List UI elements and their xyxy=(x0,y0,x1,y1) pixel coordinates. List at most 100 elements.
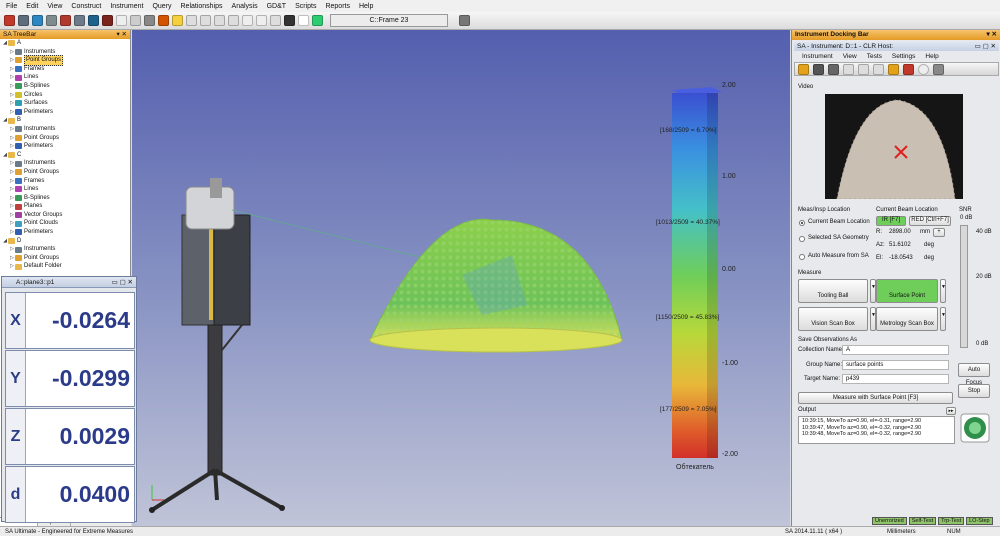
tree-item[interactable]: ◢ C xyxy=(0,151,130,160)
menu-item-construct[interactable]: Construct xyxy=(71,3,101,10)
menu-item-reports[interactable]: Reports xyxy=(325,3,350,10)
auto-focus-button[interactable]: Auto Focus xyxy=(958,363,990,386)
backsight-icon[interactable] xyxy=(858,63,869,75)
fit-icon[interactable] xyxy=(214,15,225,26)
cube-icon[interactable] xyxy=(130,15,141,26)
tree-item[interactable]: ▷ Instruments xyxy=(0,125,130,134)
tree-item[interactable]: ▷ Instruments xyxy=(0,159,130,168)
close-icon[interactable]: ▾ ✕ xyxy=(986,30,997,40)
open-icon[interactable] xyxy=(18,15,29,26)
tree-item[interactable]: ▷ Vector Groups xyxy=(0,211,130,220)
tree-item[interactable]: ▷ Frames xyxy=(0,177,130,186)
3d-viewport[interactable]: 2.00 1.00 0.00 -1.00 -2.00 [168/2509 = 6… xyxy=(132,30,790,526)
tree-item[interactable]: ▷ Lines xyxy=(0,185,130,194)
window-controls-icon[interactable]: ▭ ▢ ✕ xyxy=(112,277,133,288)
measure-surface-point-button[interactable]: Measure with Surface Point [F3] xyxy=(798,392,953,404)
tree-item[interactable]: ▷ Default Folder xyxy=(0,262,130,271)
light-icon[interactable] xyxy=(172,15,183,26)
menu-item-help[interactable]: Help xyxy=(359,3,373,10)
tooling-ball-button[interactable]: Tooling Ball xyxy=(798,279,868,303)
camera-icon[interactable] xyxy=(284,15,295,26)
tree-item[interactable]: ▷ Point Groups xyxy=(0,254,130,263)
radio-auto-measure[interactable] xyxy=(799,254,805,260)
tree-item[interactable]: ◢ B xyxy=(0,116,130,125)
add-button[interactable]: + xyxy=(933,228,945,237)
tree-item[interactable]: ▷ Point Groups xyxy=(0,168,130,177)
tree-item[interactable]: ▷ Point Groups xyxy=(0,55,130,66)
ir-button[interactable]: IR [F7] xyxy=(876,216,906,226)
window-controls-icon[interactable]: ▭ ▢ ✕ xyxy=(975,42,996,51)
tree-item[interactable]: ▷ Instruments xyxy=(0,245,130,254)
image-icon[interactable] xyxy=(298,15,309,26)
dock-menu-view[interactable]: View xyxy=(843,52,857,61)
grid-icon[interactable] xyxy=(116,15,127,26)
no-entry-icon[interactable] xyxy=(918,63,929,75)
stable-point-icon[interactable] xyxy=(813,63,824,75)
vision-scan-button[interactable]: Vision Scan Box xyxy=(798,307,868,331)
tree-item[interactable]: ▷ Perimeters xyxy=(0,142,130,151)
table-icon[interactable] xyxy=(256,15,267,26)
menu-item-view[interactable]: View xyxy=(47,3,62,10)
construct-icon[interactable] xyxy=(88,15,99,26)
frame-tool-icon[interactable] xyxy=(459,15,470,26)
close-icon[interactable]: ▾ ✕ xyxy=(116,30,127,39)
dock-menu-settings[interactable]: Settings xyxy=(892,52,916,61)
dock-menu-tests[interactable]: Tests xyxy=(867,52,882,61)
target-field[interactable]: p439 xyxy=(842,374,949,384)
render-icon[interactable] xyxy=(158,15,169,26)
collection-field[interactable]: A xyxy=(842,345,949,355)
menu-item-gdt[interactable]: GD&T xyxy=(267,3,286,10)
menu-item-scripts[interactable]: Scripts xyxy=(295,3,316,10)
save-icon[interactable] xyxy=(32,15,43,26)
tree-item[interactable]: ▷ Circles xyxy=(0,91,130,100)
menu-item-edit[interactable]: Edit xyxy=(26,3,38,10)
red-button[interactable]: RED [Ctrl+F7] xyxy=(909,216,951,226)
link-icon[interactable] xyxy=(843,63,854,75)
query-icon[interactable] xyxy=(102,15,113,26)
measure-mode-icon[interactable] xyxy=(798,63,809,75)
video-feed[interactable] xyxy=(825,94,963,199)
tree-item[interactable]: ▷ Instruments xyxy=(0,48,130,57)
text-icon[interactable] xyxy=(242,15,253,26)
menu-item-analysis[interactable]: Analysis xyxy=(232,3,258,10)
tree-item[interactable]: ▷ Planes xyxy=(0,202,130,211)
tree-item[interactable]: ▷ Frames xyxy=(0,65,130,74)
dock-menu-instrument[interactable]: Instrument xyxy=(802,52,833,61)
scan-icon[interactable] xyxy=(828,63,839,75)
chevron-down-icon[interactable]: ▼ xyxy=(940,307,946,331)
dock-menu-help[interactable]: Help xyxy=(925,52,938,61)
output-expand-icon[interactable]: ▸▸ xyxy=(946,407,956,415)
surface-point-button[interactable]: Surface Point xyxy=(876,279,938,303)
select-icon[interactable] xyxy=(270,15,281,26)
tree-item[interactable]: ▷ B-Splines xyxy=(0,82,130,91)
tree-item[interactable]: ▷ Point Groups xyxy=(0,134,130,143)
zoom-icon[interactable] xyxy=(200,15,211,26)
grid-view-icon[interactable] xyxy=(933,63,944,75)
stop-button[interactable]: Stop xyxy=(958,384,990,398)
tree-item[interactable]: ◢ D xyxy=(0,237,130,246)
group-field[interactable]: surface points xyxy=(842,360,949,370)
radio-selected-geometry[interactable] xyxy=(799,236,805,242)
frame-field[interactable]: C::Frame 23 xyxy=(330,14,448,27)
target-icon[interactable] xyxy=(873,63,884,75)
pan-icon[interactable] xyxy=(228,15,239,26)
menu-item-instrument[interactable]: Instrument xyxy=(110,3,143,10)
readout-window[interactable]: A::plane3::p1 ▭ ▢ ✕ X -0.0264 Y -0.0299 … xyxy=(1,276,137,523)
settings-gear-icon[interactable] xyxy=(60,15,71,26)
menu-item-query[interactable]: Query xyxy=(152,3,171,10)
tree-item[interactable]: ▷ Point Clouds xyxy=(0,219,130,228)
radio-current-beam[interactable] xyxy=(799,220,805,226)
menu-item-relationships[interactable]: Relationships xyxy=(181,3,223,10)
laser-icon[interactable] xyxy=(903,63,914,75)
cube-solid-icon[interactable] xyxy=(144,15,155,26)
tree-item[interactable]: ▷ B-Splines xyxy=(0,194,130,203)
tree-item[interactable]: ▷ Surfaces xyxy=(0,99,130,108)
tree-item[interactable]: ◢ A xyxy=(0,39,130,48)
instrument-icon[interactable] xyxy=(74,15,85,26)
chevron-down-icon[interactable]: ▼ xyxy=(940,279,946,303)
print-icon[interactable] xyxy=(46,15,57,26)
camera-icon[interactable] xyxy=(888,63,899,75)
tree-item[interactable]: ▷ Perimeters xyxy=(0,228,130,237)
metrology-scan-button[interactable]: Metrology Scan Box xyxy=(876,307,938,331)
new-icon[interactable] xyxy=(4,15,15,26)
